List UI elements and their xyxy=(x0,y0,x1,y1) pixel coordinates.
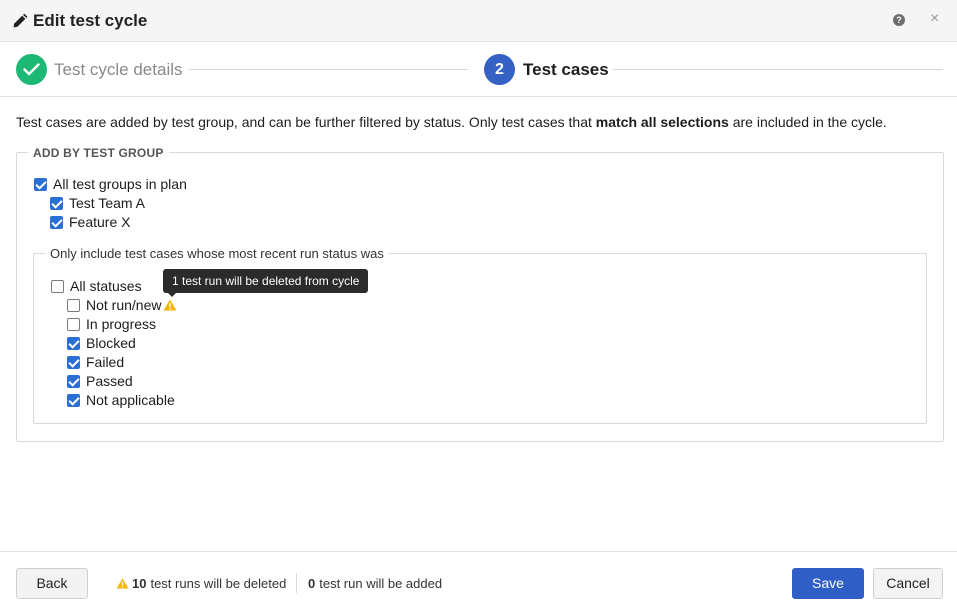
status-checkbox-not-applicable[interactable]: Not applicable xyxy=(67,392,175,408)
checkbox-checked[interactable] xyxy=(67,355,80,369)
all-statuses-checkbox[interactable]: All statuses xyxy=(51,278,142,294)
status-checkbox-passed[interactable]: Passed xyxy=(67,373,133,389)
checkbox-unchecked[interactable] xyxy=(67,317,80,331)
footer-divider xyxy=(296,573,297,593)
checkbox-checked[interactable] xyxy=(67,393,80,407)
checkbox-checked[interactable] xyxy=(67,374,80,388)
close-icon[interactable]: × xyxy=(930,10,939,28)
step-connector xyxy=(613,69,943,70)
step-complete-badge xyxy=(16,54,47,85)
back-button[interactable]: Back xyxy=(16,568,88,599)
status-checkbox-not-run-new[interactable]: Not run/new xyxy=(67,297,177,313)
pencil-icon xyxy=(13,13,28,28)
checkbox-checked[interactable] xyxy=(50,196,63,210)
status-legend: Only include test cases whose most recen… xyxy=(45,246,389,261)
warning-tooltip: 1 test run will be deleted from cycle xyxy=(163,269,369,293)
step-label: Test cases xyxy=(523,60,609,79)
status-checkbox-blocked[interactable]: Blocked xyxy=(67,335,136,351)
intro-text: Test cases are added by test group, and … xyxy=(16,114,887,130)
help-icon[interactable]: ? xyxy=(893,14,905,26)
save-button[interactable]: Save xyxy=(792,568,864,599)
edit-test-cycle-dialog: Edit test cycle ? × Test cycle details 2… xyxy=(0,0,957,614)
checkbox-checked[interactable] xyxy=(67,336,80,350)
check-icon xyxy=(23,63,40,76)
dialog-footer: Back 10 test runs will be deleted 0 test… xyxy=(0,551,957,614)
checkbox-checked[interactable] xyxy=(34,177,47,191)
checkbox-checked[interactable] xyxy=(50,215,63,229)
checkbox-unchecked[interactable] xyxy=(51,279,64,293)
test-group-legend: ADD BY TEST GROUP xyxy=(28,146,169,160)
tooltip-arrow xyxy=(167,292,177,297)
status-checkbox-in-progress[interactable]: In progress xyxy=(67,316,156,332)
step-number-badge: 2 xyxy=(484,54,515,85)
checkbox-unchecked[interactable] xyxy=(67,298,80,312)
added-runs-message: 0 test run will be added xyxy=(308,576,443,591)
stepper: Test cycle details 2 Test cases xyxy=(0,42,957,97)
cancel-button[interactable]: Cancel xyxy=(873,568,943,599)
all-test-groups-checkbox[interactable]: All test groups in plan xyxy=(34,176,187,192)
deleted-runs-message: 10 test runs will be deleted xyxy=(116,576,286,591)
group-checkbox-test-team-a[interactable]: Test Team A xyxy=(50,195,145,211)
step-connector xyxy=(189,69,468,70)
dialog-header: Edit test cycle ? × xyxy=(0,0,957,42)
step-label: Test cycle details xyxy=(54,60,183,79)
warning-icon xyxy=(116,578,129,589)
warning-icon[interactable] xyxy=(163,299,177,311)
dialog-title: Edit test cycle xyxy=(33,11,148,30)
status-checkbox-failed[interactable]: Failed xyxy=(67,354,124,370)
group-checkbox-feature-x[interactable]: Feature X xyxy=(50,214,130,230)
